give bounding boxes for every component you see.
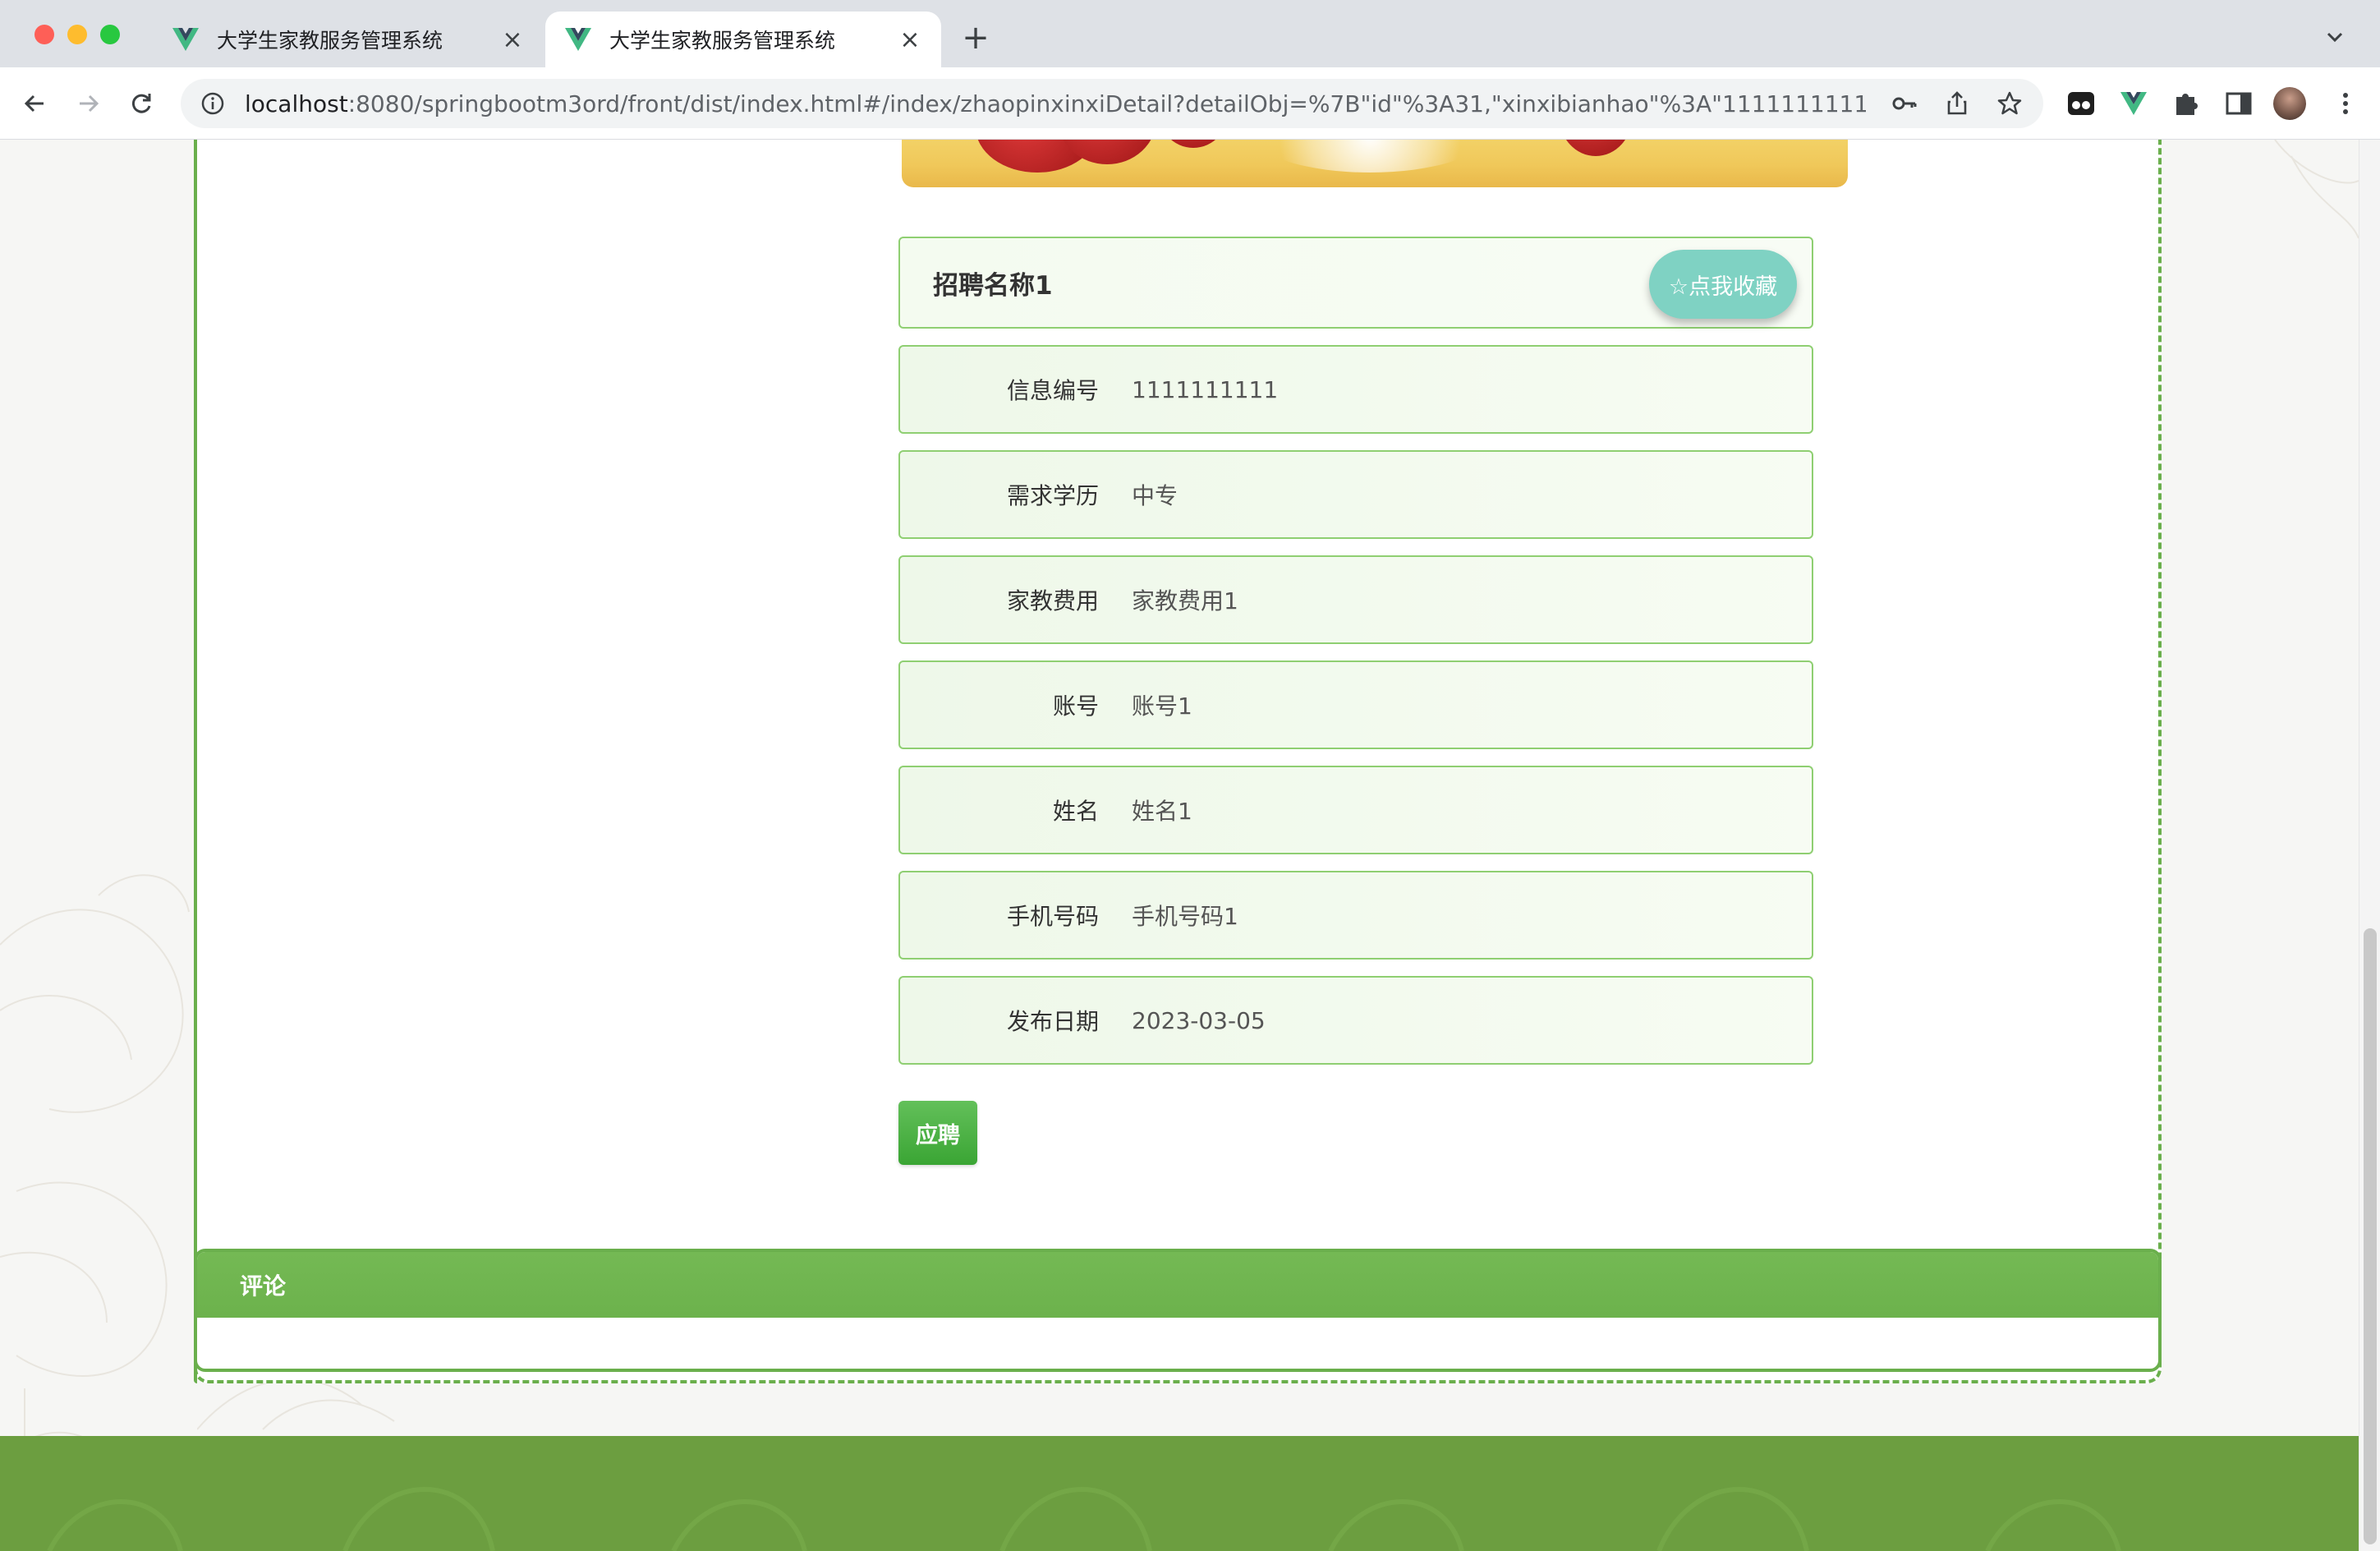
comment-section: 评论 [194, 1249, 2162, 1372]
field-label: 家教费用 [1006, 587, 1099, 614]
scrollbar-thumb[interactable] [2364, 928, 2377, 1544]
comment-header: 评论 [197, 1252, 2158, 1318]
reload-icon [131, 94, 151, 113]
page-viewport: 招聘名称1 ☆点我收藏 信息编号 1111111111 需求学历 中专 家教费用… [0, 140, 2359, 1551]
field-row-phone: 手机号码 手机号码1 [898, 871, 1813, 960]
field-value: 家教费用1 [1132, 587, 1238, 614]
field-value: 姓名1 [1132, 798, 1192, 825]
vue-devtools-icon[interactable] [2117, 87, 2150, 120]
favorite-label: ☆点我收藏 [1668, 274, 1778, 300]
extension-icon[interactable] [2065, 87, 2097, 120]
tab-title: 大学生家教服务管理系统 [609, 29, 836, 53]
browser-toolbar: localhost:8080/springbootm3ord/front/dis… [0, 67, 2380, 140]
field-label: 信息编号 [1006, 377, 1099, 404]
floral-decoration [0, 874, 190, 1551]
close-window-button[interactable] [34, 25, 54, 44]
url-text[interactable]: localhost:8080/springbootm3ord/front/dis… [245, 90, 1866, 117]
minimize-window-button[interactable] [67, 25, 87, 44]
page-scrollbar[interactable] [2359, 140, 2380, 1551]
recruitment-title: 招聘名称1 [933, 270, 1053, 301]
maximize-window-button[interactable] [100, 25, 120, 44]
field-value: 手机号码1 [1132, 903, 1238, 930]
field-value: 账号1 [1132, 693, 1192, 720]
browser-tab-2[interactable]: 大学生家教服务管理系统 × [545, 12, 941, 67]
field-label: 姓名 [1052, 798, 1099, 825]
field-label: 需求学历 [1006, 482, 1099, 509]
field-row-account: 账号 账号1 [898, 660, 1813, 749]
field-label: 账号 [1052, 693, 1099, 720]
arrow-left-icon [24, 94, 44, 113]
more-menu-icon[interactable] [2329, 87, 2362, 120]
detail-card: 招聘名称1 ☆点我收藏 信息编号 1111111111 需求学历 中专 家教费用… [194, 140, 2162, 1383]
chevron-down-icon[interactable] [2323, 25, 2347, 49]
address-bar[interactable]: localhost:8080/springbootm3ord/front/dis… [181, 79, 2043, 128]
tab-close-icon[interactable]: × [501, 25, 524, 54]
field-row-info-number: 信息编号 1111111111 [898, 345, 1813, 434]
url-host: localhost [245, 90, 348, 117]
field-row-tutoring-fee: 家教费用 家教费用1 [898, 555, 1813, 644]
vue-logo-icon [172, 28, 199, 51]
page-footer [0, 1436, 2359, 1551]
field-row-publish-date: 发布日期 2023-03-05 [898, 976, 1813, 1065]
vue-logo-icon [565, 28, 591, 51]
favorite-button[interactable]: ☆点我收藏 [1649, 250, 1797, 319]
field-value: 2023-03-05 [1132, 1006, 1266, 1034]
arrow-right-icon [80, 94, 99, 113]
share-icon[interactable] [1943, 90, 1971, 117]
field-row-education: 需求学历 中专 [898, 450, 1813, 539]
field-value: 1111111111 [1132, 375, 1279, 403]
reload-button[interactable] [123, 85, 159, 122]
url-path: :8080/springbootm3ord/front/dist/index.h… [347, 90, 1866, 117]
back-button[interactable] [16, 85, 53, 122]
info-icon[interactable] [200, 91, 225, 116]
field-value: 中专 [1132, 482, 1179, 509]
field-row-name: 姓名 姓名1 [898, 766, 1813, 854]
forward-button[interactable] [71, 85, 107, 122]
field-label: 手机号码 [1006, 903, 1099, 930]
browser-tab-1[interactable]: 大学生家教服务管理系统 × [153, 12, 544, 67]
profile-avatar[interactable] [2273, 87, 2306, 120]
tab-close-icon[interactable]: × [898, 25, 921, 54]
new-tab-button[interactable]: + [959, 19, 992, 57]
tab-title: 大学生家教服务管理系统 [217, 29, 443, 53]
floral-decoration [2274, 140, 2359, 239]
browser-tab-bar: 大学生家教服务管理系统 × 大学生家教服务管理系统 × + [0, 0, 2380, 67]
footer-pattern [47, 1487, 2121, 1551]
field-label: 发布日期 [1006, 1008, 1099, 1035]
star-bookmark-icon[interactable] [1996, 90, 2024, 117]
side-panel-icon[interactable] [2222, 87, 2255, 120]
detail-banner-image [902, 140, 1848, 187]
puzzle-extensions-icon[interactable] [2170, 87, 2203, 120]
comment-title: 评论 [240, 1273, 287, 1300]
key-icon[interactable] [1891, 90, 1918, 117]
apply-button[interactable]: 应聘 [898, 1101, 977, 1165]
detail-title-row: 招聘名称1 ☆点我收藏 [898, 237, 1813, 329]
